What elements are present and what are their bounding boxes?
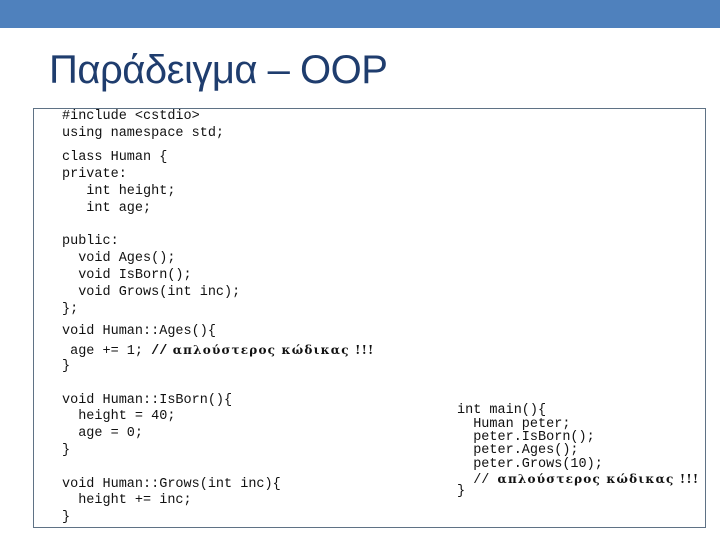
code-line: } — [62, 510, 70, 526]
code-comment: απλούστερος κώδικας !!! — [167, 343, 375, 357]
code-line: } — [62, 443, 70, 459]
code-line: void Human::Grows(int inc){ — [62, 477, 281, 493]
code-text: } — [457, 484, 466, 499]
code-line: public: — [62, 234, 119, 250]
code-line: peter.Ages(); — [457, 443, 579, 458]
code-text: void IsBorn(); — [62, 268, 192, 283]
code-line: using namespace std; — [62, 126, 224, 142]
code-line: age = 0; — [62, 426, 143, 442]
code-line: height += inc; — [62, 493, 192, 509]
code-line: }; — [62, 302, 78, 318]
code-line: private: — [62, 167, 127, 183]
code-line: void Human::IsBorn(){ — [62, 393, 232, 409]
code-line: height = 40; — [62, 409, 175, 425]
code-text: int age; — [62, 201, 152, 216]
code-line: void IsBorn(); — [62, 268, 192, 284]
code-line: age += 1; // απλούστερος κώδικας !!! — [62, 342, 375, 360]
code-text: void Human::Grows(int inc){ — [62, 477, 281, 492]
code-comment: απλούστερος κώδικας !!! — [497, 472, 700, 486]
code-box — [33, 108, 706, 528]
code-text: using namespace std; — [62, 126, 225, 141]
code-line: class Human { — [62, 150, 167, 166]
code-text: } — [62, 443, 71, 458]
code-text: } — [62, 510, 71, 525]
code-line: int main(){ — [457, 404, 546, 418]
code-text: int height; — [62, 184, 176, 199]
slide-title: Παράδειγμα – OOP — [49, 48, 388, 92]
code-line: // απλούστερος κώδικας !!! — [457, 472, 699, 488]
code-line: void Ages(); — [62, 251, 175, 267]
code-text: }; — [62, 302, 79, 317]
code-text: void Human::Ages(){ — [62, 324, 216, 339]
header-band — [0, 0, 720, 28]
code-text: height = 40; — [62, 409, 176, 424]
code-text: } — [62, 359, 71, 374]
comment-slashes: // — [151, 344, 168, 359]
code-text: class Human { — [62, 150, 168, 165]
code-text: #include <cstdio> — [62, 109, 200, 124]
code-line: peter.Grows(10); — [457, 458, 603, 472]
code-text: age += 1; — [62, 344, 152, 359]
code-text: height += inc; — [62, 493, 192, 508]
code-line: int age; — [62, 201, 151, 217]
code-line: } — [62, 359, 70, 375]
code-line: void Grows(int inc); — [62, 285, 240, 301]
code-text: age = 0; — [62, 426, 144, 441]
code-line: } — [457, 485, 465, 499]
code-line: void Human::Ages(){ — [62, 324, 216, 340]
code-text: void Human::IsBorn(){ — [62, 393, 233, 408]
code-line: int height; — [62, 184, 175, 200]
code-text: peter.Grows(10); — [457, 457, 603, 472]
code-text: void Ages(); — [62, 251, 176, 266]
code-text: peter.Ages(); — [457, 443, 579, 458]
code-text: public: — [62, 234, 119, 249]
code-text: private: — [62, 167, 127, 182]
code-text: void Grows(int inc); — [62, 285, 241, 300]
code-line: #include <cstdio> — [62, 109, 200, 125]
code-text: int main(){ — [457, 403, 547, 418]
